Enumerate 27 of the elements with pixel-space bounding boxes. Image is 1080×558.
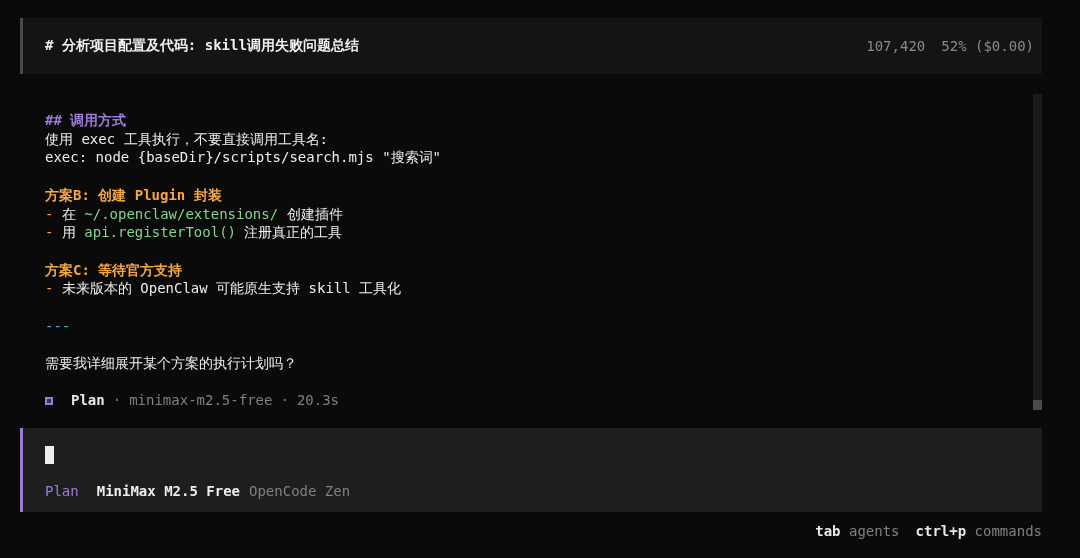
message-line: ## 调用方式 (45, 111, 128, 130)
message-line: 使用 exec 工具执行，不要直接调用工具名: (45, 129, 329, 149)
agent-name: Plan (71, 391, 105, 411)
agent-mode: Plan (45, 483, 79, 499)
message-line: - 用 api.registerTool() 注册真正的工具 (45, 223, 344, 242)
message-line: - 未来版本的 OpenClaw 可能原生支持 skill 工具化 (45, 279, 403, 298)
shortcut-hint: tab agents (815, 523, 900, 539)
model-name: MiniMax M2.5 Free (96, 483, 240, 499)
message-line: 需要我详细展开某个方案的执行计划吗？ (45, 354, 298, 373)
shortcut-hint: ctrl+p commands (915, 523, 1042, 539)
message-line: - 在 ~/.openclaw/extensions/ 创建插件 (45, 204, 344, 224)
provider-name: OpenCode Zen (249, 483, 351, 499)
separator: · (112, 391, 122, 411)
square-icon (45, 396, 53, 405)
usage-percent: 52% ($0.00) (941, 38, 1034, 54)
text-cursor (45, 446, 54, 464)
separator: · (280, 391, 289, 411)
message-line: 方案C: 等待官方支持 (45, 260, 184, 280)
model-name: minimax-m2.5-free (129, 391, 273, 411)
message-line: --- (45, 316, 72, 336)
duration: 20.3s (296, 391, 340, 411)
scrollbar[interactable] (1033, 94, 1042, 410)
message-line: 方案B: 创建 Plugin 封装 (45, 185, 223, 205)
message-line: exec: node {baseDir}/scripts/search.mjs "搜索词" (45, 148, 442, 168)
prompt-input[interactable]: Plan MiniMax M2.5 Free OpenCode Zen (20, 428, 1042, 512)
token-count: 107,420 (866, 38, 926, 54)
session-title: # 分析项目配置及代码: skill调用失败问题总结 (45, 37, 359, 55)
